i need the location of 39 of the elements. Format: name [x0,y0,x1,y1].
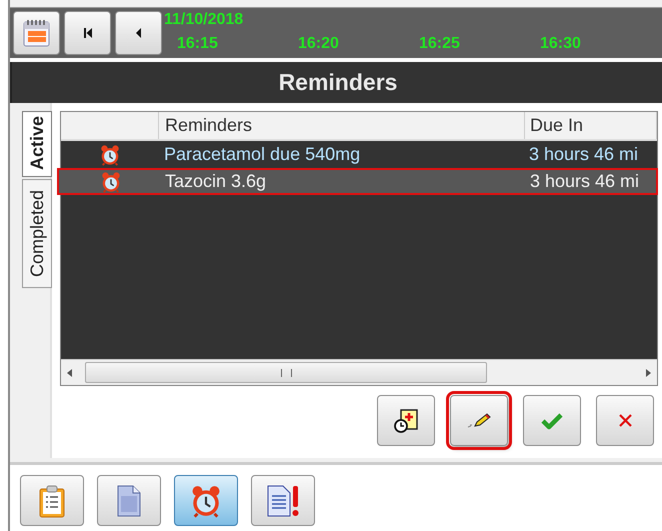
due-in-text: 3 hours 46 mi [530,171,640,191]
reminder-text: Paracetamol due 540mg [164,144,360,164]
alarm-clock-icon [100,170,122,192]
timeline-date: 11/10/2018 [164,11,244,28]
horizontal-scrollbar[interactable] [61,359,657,385]
clipboard-icon [37,484,67,518]
add-reminder-button[interactable] [377,395,435,446]
alarm-clock-icon [98,144,120,166]
panel-title: Reminders [278,69,398,96]
alerts-button[interactable] [251,475,315,526]
close-icon [618,414,632,427]
calendar-button[interactable] [13,11,60,55]
pencil-icon [467,412,491,428]
previous-button[interactable] [115,11,162,55]
time-label: 16:25 [419,35,460,52]
reminders-button[interactable] [174,475,238,526]
tab[interactable]: Active [22,111,52,178]
previous-icon [135,27,142,39]
table-row[interactable]: Tazocin 3.6g 3 hours 46 mi [57,168,658,195]
first-button[interactable] [64,11,111,55]
cancel-button[interactable] [596,395,654,446]
confirm-button[interactable] [523,395,581,446]
calendar-icon [20,17,52,49]
table-row[interactable]: Paracetamol due 540mg 3 hours 46 mi [61,141,657,168]
document-icon [116,484,142,516]
first-icon [82,27,92,39]
clipboard-button[interactable] [20,475,84,526]
add-reminder-icon [393,408,419,434]
time-label: 16:20 [298,35,339,52]
tab[interactable]: Completed [22,179,52,288]
reminder-text: Tazocin 3.6g [165,171,266,191]
due-in-text: 3 hours 46 mi [529,144,638,164]
checkmark-icon [541,412,563,430]
alert-document-icon [266,484,300,518]
column-header[interactable]: Reminders [165,115,252,136]
time-label: 16:15 [177,35,218,52]
column-header[interactable]: Due In [530,115,584,136]
document-button[interactable] [97,475,161,526]
time-label: 16:30 [540,35,581,52]
